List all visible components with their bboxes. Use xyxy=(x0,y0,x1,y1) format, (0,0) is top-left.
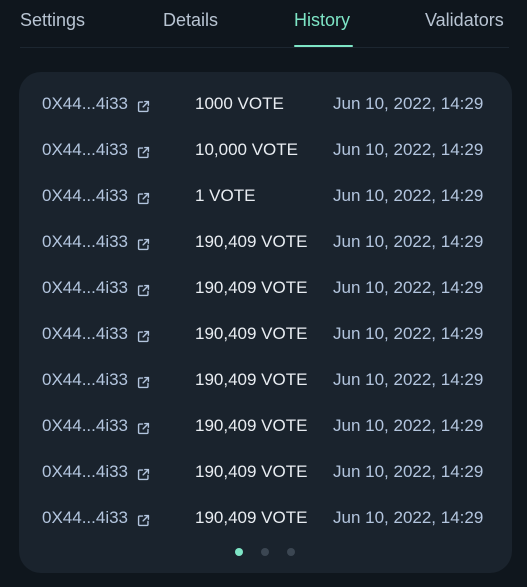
page-dot-3[interactable] xyxy=(287,548,295,556)
address-link[interactable]: 0X44...4i33 xyxy=(42,232,150,252)
address-text: 0X44...4i33 xyxy=(42,416,129,435)
external-link-icon[interactable] xyxy=(137,282,150,296)
address-link[interactable]: 0X44...4i33 xyxy=(42,324,150,344)
address-text: 0X44...4i33 xyxy=(42,508,129,527)
vote-amount: 190,409 VOTE xyxy=(195,278,308,297)
pagination-dots xyxy=(19,547,512,557)
vote-amount: 190,409 VOTE xyxy=(195,370,308,389)
page-dot-1[interactable] xyxy=(235,548,243,556)
address-link[interactable]: 0X44...4i33 xyxy=(42,94,150,114)
vote-amount: 1 VOTE xyxy=(195,186,256,205)
address-link[interactable]: 0X44...4i33 xyxy=(42,186,150,206)
timestamp: Jun 10, 2022, 14:29 xyxy=(333,140,484,159)
address-link[interactable]: 0X44...4i33 xyxy=(42,508,150,528)
vote-amount: 190,409 VOTE xyxy=(195,324,308,343)
history-row: 0X44...4i33 190,409 VOTE Jun 10, 2022, 14:… xyxy=(19,358,512,404)
history-row: 0X44...4i33 190,409 VOTE Jun 10, 2022, 14:… xyxy=(19,496,512,542)
address-text: 0X44...4i33 xyxy=(42,94,129,113)
history-row: 0X44...4i33 10,000 VOTE Jun 10, 2022, 14:2… xyxy=(19,128,512,174)
timestamp: Jun 10, 2022, 14:29 xyxy=(333,416,484,435)
address-text: 0X44...4i33 xyxy=(42,324,129,343)
timestamp: Jun 10, 2022, 14:29 xyxy=(333,278,484,297)
external-link-icon[interactable] xyxy=(137,190,150,204)
address-text: 0X44...4i33 xyxy=(42,278,129,297)
address-link[interactable]: 0X44...4i33 xyxy=(42,278,150,298)
external-link-icon[interactable] xyxy=(137,420,150,434)
history-row: 0X44...4i33 190,409 VOTE Jun 10, 2022, 14:… xyxy=(19,404,512,450)
address-link[interactable]: 0X44...4i33 xyxy=(42,416,150,436)
history-row: 0X44...4i33 1000 VOTE Jun 10, 2022, 14:29 xyxy=(19,82,512,128)
address-text: 0X44...4i33 xyxy=(42,462,129,481)
external-link-icon[interactable] xyxy=(137,144,150,158)
history-row: 0X44...4i33 1 VOTE Jun 10, 2022, 14:29 xyxy=(19,174,512,220)
external-link-icon[interactable] xyxy=(137,98,150,112)
address-text: 0X44...4i33 xyxy=(42,140,129,159)
page-dot-2[interactable] xyxy=(261,548,269,556)
vote-amount: 190,409 VOTE xyxy=(195,508,308,527)
vote-amount: 190,409 VOTE xyxy=(195,416,308,435)
history-row: 0X44...4i33 190,409 VOTE Jun 10, 2022, 14:… xyxy=(19,266,512,312)
vote-amount: 190,409 VOTE xyxy=(195,232,308,251)
tab-details[interactable]: Details xyxy=(163,10,218,31)
address-link[interactable]: 0X44...4i33 xyxy=(42,370,150,390)
vote-amount: 1000 VOTE xyxy=(195,94,284,113)
external-link-icon[interactable] xyxy=(137,328,150,342)
history-row: 0X44...4i33 190,409 VOTE Jun 10, 2022, 14:… xyxy=(19,220,512,266)
vote-amount: 10,000 VOTE xyxy=(195,140,299,159)
timestamp: Jun 10, 2022, 14:29 xyxy=(333,186,484,205)
external-link-icon[interactable] xyxy=(137,466,150,480)
address-link[interactable]: 0X44...4i33 xyxy=(42,462,150,482)
timestamp: Jun 10, 2022, 14:29 xyxy=(333,232,484,251)
external-link-icon[interactable] xyxy=(137,236,150,250)
timestamp: Jun 10, 2022, 14:29 xyxy=(333,94,484,113)
tab-validators[interactable]: Validators xyxy=(425,10,504,31)
timestamp: Jun 10, 2022, 14:29 xyxy=(333,324,484,343)
tabs-divider xyxy=(20,47,509,48)
address-text: 0X44...4i33 xyxy=(42,186,129,205)
tab-history[interactable]: History xyxy=(294,10,350,31)
timestamp: Jun 10, 2022, 14:29 xyxy=(333,462,484,481)
vote-amount: 190,409 VOTE xyxy=(195,462,308,481)
tab-bar: Settings Details History Validators xyxy=(0,0,527,48)
history-row: 0X44...4i33 190,409 VOTE Jun 10, 2022, 14:… xyxy=(19,450,512,496)
tab-settings[interactable]: Settings xyxy=(20,10,85,31)
timestamp: Jun 10, 2022, 14:29 xyxy=(333,370,484,389)
external-link-icon[interactable] xyxy=(137,512,150,526)
history-row: 0X44...4i33 190,409 VOTE Jun 10, 2022, 14:… xyxy=(19,312,512,358)
address-link[interactable]: 0X44...4i33 xyxy=(42,140,150,160)
timestamp: Jun 10, 2022, 14:29 xyxy=(333,508,484,527)
address-text: 0X44...4i33 xyxy=(42,370,129,389)
address-text: 0X44...4i33 xyxy=(42,232,129,251)
external-link-icon[interactable] xyxy=(137,374,150,388)
history-card: 0X44...4i33 1000 VOTE Jun 10, 2022, 14:29 0… xyxy=(19,72,512,573)
